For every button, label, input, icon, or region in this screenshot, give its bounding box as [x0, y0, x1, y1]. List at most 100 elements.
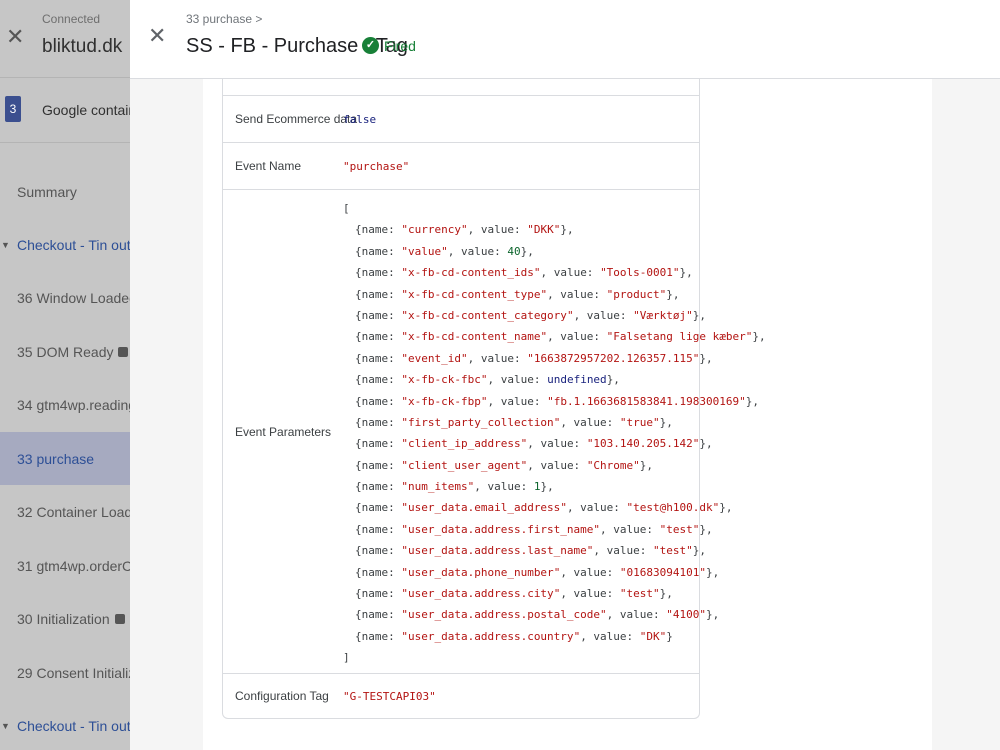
- timeline-event[interactable]: 29 Consent Initializatio: [0, 646, 140, 699]
- timeline-label: 31 gtm4wp.orderCom: [17, 557, 140, 574]
- param-value-key: , value:: [527, 458, 587, 472]
- param-name-key: {name:: [355, 244, 402, 258]
- param-value-key: , value:: [600, 522, 660, 536]
- param-value-key: , value:: [593, 544, 654, 558]
- param-name-key: {name:: [355, 608, 402, 622]
- param-name: value: [407, 244, 442, 258]
- property-label: Send Ecommerce data: [235, 112, 358, 126]
- param-value: "01683094101": [619, 565, 707, 579]
- param-name: x-fb-cd-content_ids: [407, 266, 534, 280]
- quote: ": [460, 351, 468, 365]
- event-parameter-item: {name: "client_user_agent", value: "Chro…: [343, 455, 766, 476]
- quote: ": [401, 587, 408, 601]
- quote: ": [401, 373, 408, 387]
- timeline-event[interactable]: 30 Initialization: [0, 593, 140, 646]
- timeline-label: 30 Initialization: [17, 611, 110, 627]
- event-parameter-item: {name: "value", value: 40},: [343, 241, 766, 262]
- param-value-key: , value:: [573, 308, 634, 322]
- param-value: "Værktøj": [633, 308, 693, 322]
- param-value-key: , value:: [487, 394, 548, 408]
- quote: ": [460, 223, 468, 237]
- param-close: },: [540, 480, 554, 494]
- param-name-key: {name:: [355, 480, 402, 494]
- param-close: },: [699, 522, 713, 536]
- event-parameter-item: {name: "user_data.address.last_name", va…: [343, 540, 766, 561]
- code-tag-icon: [118, 346, 129, 357]
- status-badge: ✓ Fired: [362, 37, 416, 54]
- event-parameter-item: {name: "num_items", value: 1},: [343, 476, 766, 497]
- param-name-key: {name:: [355, 373, 402, 387]
- background-close-icon[interactable]: ✕: [6, 26, 24, 48]
- param-close: },: [706, 565, 720, 579]
- quote: ": [560, 501, 567, 515]
- quote: ": [401, 394, 408, 408]
- property-value: "G-TESTCAPI03": [343, 690, 436, 703]
- event-parameter-item: {name: "x-fb-cd-content_ids", value: "To…: [343, 262, 766, 283]
- param-name: client_ip_address: [407, 437, 521, 451]
- event-parameter-item: {name: "x-fb-cd-content_type", value: "p…: [343, 284, 766, 305]
- summary-item[interactable]: Summary: [0, 165, 140, 218]
- param-value-key: , value:: [547, 330, 607, 344]
- param-name: user_data.address.postal_code: [407, 608, 601, 622]
- param-value-key: , value:: [527, 437, 587, 451]
- param-name: x-fb-cd-content_name: [407, 330, 541, 344]
- event-parameter-item: {name: "user_data.address.first_name", v…: [343, 519, 766, 540]
- param-value: undefined: [547, 373, 607, 387]
- quote: ": [401, 244, 408, 258]
- connected-domain: bliktud.dk: [42, 36, 123, 57]
- param-close: },: [639, 458, 654, 472]
- param-value: "test": [659, 522, 700, 536]
- quote: ": [401, 608, 408, 622]
- table-row-send-ecommerce: Send Ecommerce data false: [223, 95, 699, 142]
- event-parameter-item: {name: "first_party_collection", value: …: [343, 412, 766, 433]
- timeline-event[interactable]: 31 gtm4wp.orderCom: [0, 539, 140, 592]
- event-parameter-item: {name: "x-fb-cd-content_name", value: "F…: [343, 326, 766, 347]
- event-parameter-item: {name: "currency", value: "DKK"},: [343, 219, 766, 240]
- param-name-key: {name:: [355, 287, 402, 301]
- container-row[interactable]: 3 Google container: [0, 78, 140, 143]
- timeline-event[interactable]: 33 purchase: [0, 432, 140, 485]
- param-close: },: [745, 394, 760, 408]
- timeline-event[interactable]: 32 Container Loaded: [0, 486, 140, 539]
- background-header: ✕ Connected bliktud.dk: [0, 0, 140, 78]
- tag-properties-table: Send Ecommerce data false Event Name "pu…: [222, 79, 766, 719]
- container-badge: 3: [5, 96, 21, 122]
- param-name: num_items: [407, 480, 468, 494]
- close-icon[interactable]: ✕: [148, 24, 166, 48]
- timeline-section[interactable]: ▼ Checkout - Tin outlet: [0, 700, 140, 750]
- timeline-label: 36 Window Loaded: [17, 290, 137, 306]
- param-name-key: {name:: [355, 565, 402, 579]
- quote: ": [401, 308, 408, 322]
- timeline-event[interactable]: 34 gtm4wp.reading.ar: [0, 379, 140, 432]
- param-close: },: [692, 308, 707, 322]
- param-value-key: , value:: [560, 415, 620, 429]
- param-name: user_data.address.city: [407, 587, 554, 601]
- background-sidebar: ✕ Connected bliktud.dk 3 Google containe…: [0, 0, 140, 750]
- table-row-partial: [223, 79, 699, 96]
- quote: ": [441, 244, 448, 258]
- param-value: "4100": [666, 608, 707, 622]
- param-value-key: , value:: [487, 373, 548, 387]
- timeline-event[interactable]: 35 DOM Ready: [0, 325, 140, 378]
- param-name: event_id: [407, 351, 461, 365]
- param-close: }: [666, 629, 673, 643]
- param-value: "true": [619, 415, 660, 429]
- quote: ": [401, 565, 408, 579]
- param-name: x-fb-cd-content_category: [407, 308, 567, 322]
- breadcrumb[interactable]: 33 purchase >: [186, 12, 262, 26]
- param-name: x-fb-ck-fbc: [407, 373, 481, 387]
- param-close: },: [679, 266, 693, 280]
- param-name: user_data.address.first_name: [407, 522, 594, 536]
- event-parameter-item: {name: "client_ip_address", value: "103.…: [343, 433, 766, 454]
- param-close: },: [699, 351, 713, 365]
- param-name: user_data.phone_number: [407, 565, 554, 579]
- event-parameter-item: {name: "event_id", value: "1663872957202…: [343, 348, 766, 369]
- quote: ": [401, 480, 408, 494]
- timeline-event[interactable]: 36 Window Loaded: [0, 272, 140, 325]
- event-parameter-item: {name: "x-fb-cd-content_category", value…: [343, 305, 766, 326]
- timeline-section[interactable]: ▼ Checkout - Tin outlet: [0, 218, 140, 271]
- param-name-key: {name:: [355, 330, 402, 344]
- param-name-key: {name:: [355, 629, 402, 643]
- param-name-key: {name:: [355, 394, 402, 408]
- array-close-bracket: ]: [343, 651, 350, 665]
